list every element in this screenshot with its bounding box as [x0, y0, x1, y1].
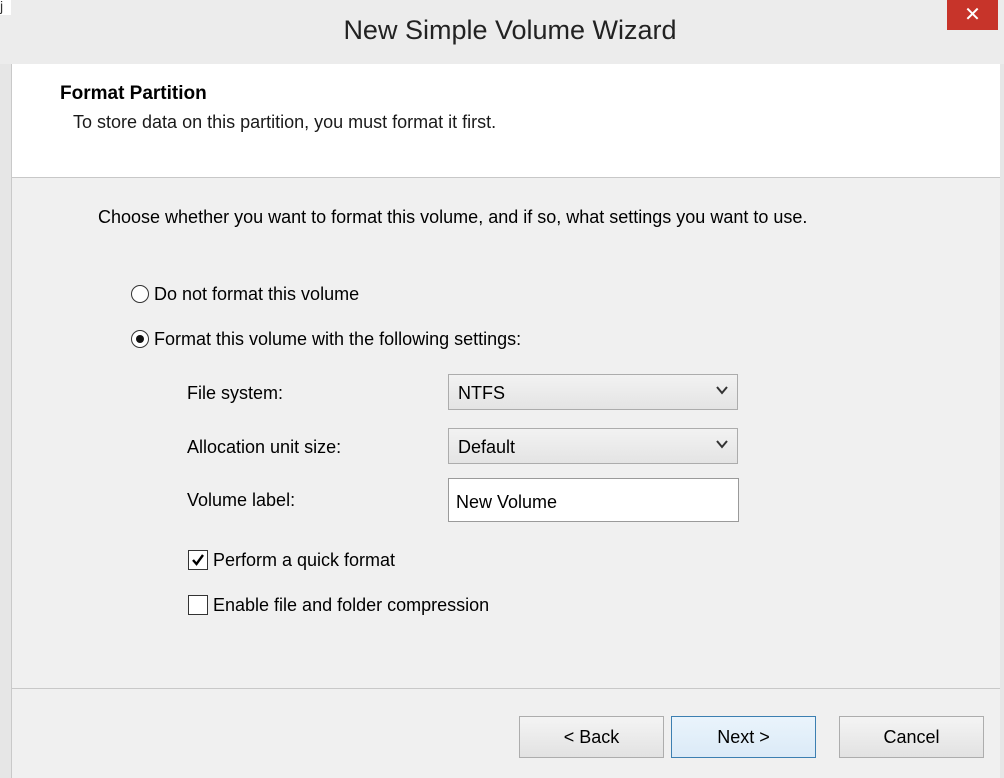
- checkbox-checked[interactable]: [188, 550, 208, 570]
- radio-button-selected[interactable]: [131, 330, 149, 348]
- allocation-unit-label: Allocation unit size:: [187, 437, 342, 457]
- back-button[interactable]: < Back: [519, 716, 664, 758]
- page-title: Format Partition: [60, 83, 207, 104]
- wizard-content: Choose whether you want to format this v…: [12, 178, 1000, 688]
- file-system-select[interactable]: NTFS: [448, 374, 738, 410]
- chevron-down-icon: [715, 383, 729, 400]
- instruction-text: Choose whether you want to format this v…: [98, 207, 808, 227]
- allocation-unit-select[interactable]: Default: [448, 428, 738, 464]
- allocation-unit-value: Default: [458, 437, 516, 457]
- checkbox-unchecked[interactable]: [188, 595, 208, 615]
- cancel-button[interactable]: Cancel: [839, 716, 984, 758]
- radio-format-volume[interactable]: Format this volume with the following se…: [131, 327, 521, 351]
- checkmark-icon: [192, 554, 204, 566]
- compression-checkbox[interactable]: Enable file and folder compression: [188, 593, 489, 617]
- wizard-footer: < Back Next > Cancel: [12, 689, 1000, 778]
- radio-label: Do not format this volume: [154, 283, 360, 304]
- radio-do-not-format[interactable]: Do not format this volume: [131, 282, 359, 306]
- checkbox-label: Perform a quick format: [213, 549, 396, 570]
- window-frame-left: [0, 64, 12, 778]
- checkbox-label: Enable file and folder compression: [213, 594, 490, 615]
- file-system-value: NTFS: [458, 383, 505, 403]
- close-icon: ✕: [964, 4, 981, 26]
- volume-label-input[interactable]: [448, 478, 739, 522]
- close-button[interactable]: ✕: [947, 0, 998, 30]
- window-title: New Simple Volume Wizard: [343, 15, 677, 45]
- radio-button[interactable]: [131, 285, 149, 303]
- wizard-header: Format Partition To store data on this p…: [12, 64, 1000, 178]
- chevron-down-icon: [715, 437, 729, 454]
- radio-label: Format this volume with the following se…: [154, 328, 522, 349]
- file-system-label: File system:: [187, 383, 284, 403]
- volume-label-label: Volume label:: [187, 490, 296, 510]
- background-window-stub: j: [0, 0, 11, 15]
- window-frame-right: [1000, 64, 1004, 778]
- next-button[interactable]: Next >: [671, 716, 816, 758]
- title-bar: j New Simple Volume Wizard ✕: [0, 0, 1004, 64]
- quick-format-checkbox[interactable]: Perform a quick format: [188, 548, 395, 572]
- page-subtitle: To store data on this partition, you mus…: [73, 112, 497, 132]
